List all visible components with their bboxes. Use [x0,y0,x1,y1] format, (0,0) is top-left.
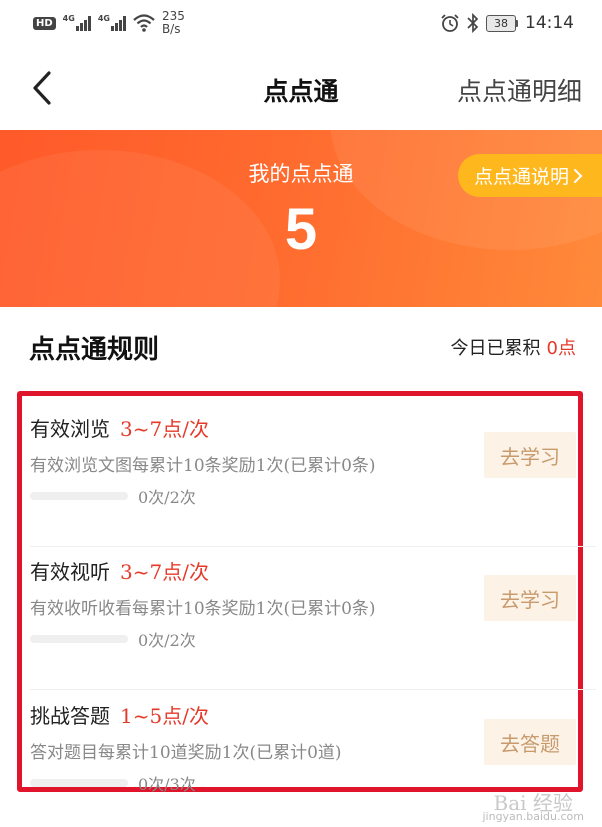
alarm-icon [441,14,459,32]
task-progress-bar [30,492,128,500]
speed-unit: B/s [161,22,181,36]
go-study-button[interactable]: 去学习 [484,432,576,478]
task-name: 有效浏览 3~7点/次 [30,413,209,442]
watermark-logo: Bai 经验 [493,791,573,815]
network-speed: 235 B/s [162,10,185,36]
watermark: Bai 经验 jingyan.baidu.com [482,791,584,823]
rules-title: 点点通规则 [29,335,160,365]
status-right: 38 14:14 [440,13,574,33]
network-type-2: 4G [97,14,110,23]
task-item-audio-video: 有效视听 3~7点/次 有效收听收看每累计10条奖励1次(已累计0条) 0次/2次… [30,556,596,690]
task-progress-bar [30,635,128,643]
task-item-browse: 有效浏览 3~7点/次 有效浏览文图每累计10条奖励1次(已累计0条) 0次/2次… [30,413,596,547]
go-quiz-button[interactable]: 去答题 [484,719,576,765]
status-time: 14:14 [525,13,574,33]
bluetooth-icon [467,13,479,33]
battery-icon: 38 [486,14,518,32]
points-banner: 我的点点通 5 点点通说明 [0,130,602,307]
nav-bar: 点点通 点点通明细 [0,46,602,130]
task-points: 3~7点/次 [120,560,209,584]
task-points: 1~5点/次 [120,704,209,728]
task-description: 有效收听收看每累计10条奖励1次(已累计0条) [30,599,376,619]
go-study-button[interactable]: 去学习 [484,575,576,621]
task-name: 挑战答题 1~5点/次 [30,700,209,729]
detail-link[interactable]: 点点通明细 [457,72,582,108]
today-accumulated: 今日已累积 0点 [451,334,576,360]
task-progress-text: 0次/2次 [138,631,196,650]
my-points-count: 5 [284,197,318,262]
today-accumulated-value: 0点 [546,338,576,359]
task-progress-text: 0次/2次 [138,488,196,507]
task-title: 有效浏览 [30,417,110,441]
explain-button-label: 点点通说明 [474,166,570,188]
task-item-quiz: 挑战答题 1~5点/次 答对题目每累计10道奖励1次(已累计0道) 0次/3次 去… [30,700,576,792]
status-bar: HD 4G 4G 235 B/s 38 14:14 [0,0,602,46]
battery-level: 38 [486,14,516,32]
task-title: 有效视听 [30,560,110,584]
wifi-icon [133,14,155,32]
signal-2-icon: 4G [98,15,126,31]
task-name: 有效视听 3~7点/次 [30,556,209,585]
task-progress-bar [30,779,128,787]
divider [30,546,596,547]
task-progress-text: 0次/3次 [138,775,196,792]
hd-badge: HD [33,16,56,30]
today-accumulated-label: 今日已累积 [450,338,541,359]
explain-button[interactable]: 点点通说明 [458,154,602,197]
watermark-url: jingyan.baidu.com [482,810,584,823]
task-title: 挑战答题 [30,704,110,728]
task-description: 有效浏览文图每累计10条奖励1次(已累计0条) [30,456,376,476]
task-points: 3~7点/次 [120,417,209,441]
status-left: HD 4G 4G 235 B/s [33,10,185,36]
rules-section: 点点通规则 今日已累积 0点 有效浏览 3~7点/次 有效浏览文图每累计10条奖励1… [0,307,602,827]
signal-1-icon: 4G [63,15,91,31]
chevron-right-icon [574,168,583,183]
task-description: 答对题目每累计10道奖励1次(已累计0道) [30,743,342,763]
network-type-1: 4G [62,14,75,23]
divider [30,689,596,690]
speed-value: 235 [161,9,185,23]
